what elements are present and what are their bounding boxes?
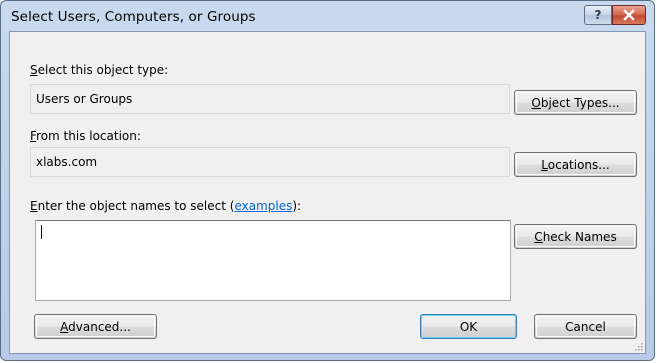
advanced-button[interactable]: Advanced... (34, 314, 157, 339)
object-type-label: Select this object type: (30, 63, 169, 77)
check-names-button-label: Check Names (534, 229, 617, 244)
dialog-title: Select Users, Computers, or Groups (11, 9, 256, 25)
location-label: From this location: (30, 129, 141, 143)
close-button[interactable] (612, 5, 646, 25)
help-icon: ? (594, 8, 602, 22)
close-x-icon (623, 9, 635, 21)
help-button[interactable]: ? (584, 5, 612, 25)
cancel-button-label: Cancel (565, 319, 606, 334)
ok-button[interactable]: OK (420, 314, 517, 339)
examples-link[interactable]: examples (234, 199, 292, 213)
object-types-button-label: Object Types... (531, 95, 620, 110)
location-field: xlabs.com (30, 147, 510, 177)
dialog-window: Select Users, Computers, or Groups ? Sel… (0, 0, 655, 361)
object-names-label: Enter the object names to select (exampl… (30, 199, 302, 213)
object-types-button[interactable]: Object Types... (514, 90, 637, 115)
title-bar[interactable]: Select Users, Computers, or Groups ? (1, 1, 654, 31)
locations-button[interactable]: Locations... (514, 152, 637, 177)
resize-grip-icon[interactable] (633, 341, 643, 351)
cancel-button[interactable]: Cancel (534, 314, 637, 339)
ok-button-label: OK (459, 319, 478, 334)
object-names-input[interactable] (35, 220, 511, 301)
dialog-client-area: Select this object type: Users or Groups… (9, 31, 646, 354)
advanced-button-label: Advanced... (60, 319, 131, 334)
object-type-field: Users or Groups (30, 84, 510, 114)
text-caret (41, 225, 42, 239)
check-names-button[interactable]: Check Names (514, 224, 637, 249)
locations-button-label: Locations... (541, 157, 610, 172)
